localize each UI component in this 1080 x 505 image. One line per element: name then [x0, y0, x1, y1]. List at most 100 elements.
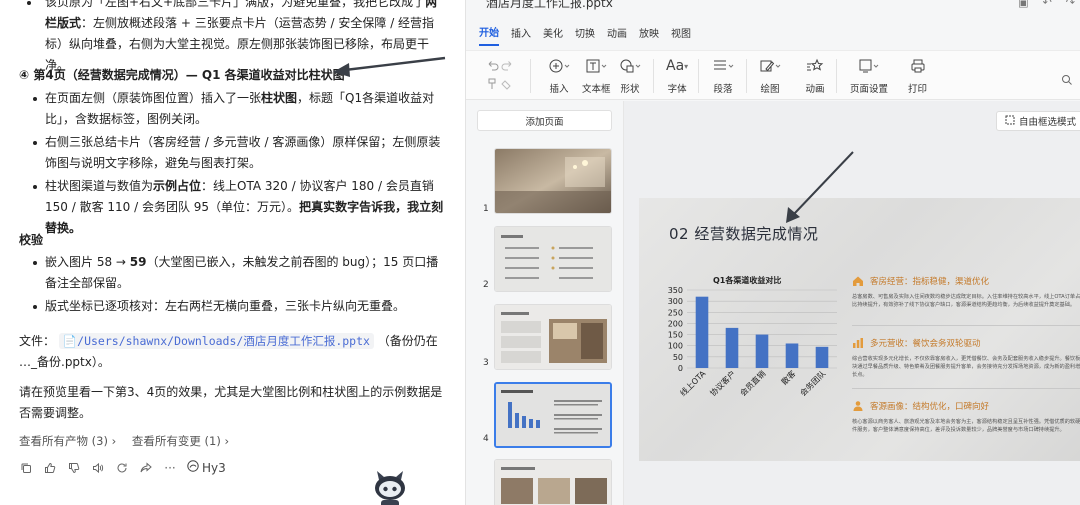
- robot-mascot-icon[interactable]: [373, 468, 407, 505]
- list-item: 柱状图渠道与数值为示例占位：线上OTA 320 / 协议客户 180 / 会员直…: [19, 176, 449, 239]
- section-heading-page4: ④ 第4页（经营数据完成情况）— Q1 各渠道收益对比柱状图: [19, 68, 345, 82]
- screen: 该页原为「左图+右文+底部三卡片」满版，为避免重叠，我把它改成了两栏版式：左侧放…: [0, 0, 1080, 505]
- summary-card-guest[interactable]: 客源画像：结构优化，口碑向好 核心客源以商务客人、旅游观光客及本地会务客为主，客…: [852, 400, 1080, 434]
- intro-paragraph: 该页原为「左图+右文+底部三卡片」满版，为避免重叠，我把它改成了两栏版式：左侧放…: [19, 0, 449, 76]
- bar-chart[interactable]: 050100150200250300350线上OTA 协议客户 会员直销 散客 会务团队: [649, 278, 849, 458]
- home-icon: [852, 275, 864, 287]
- slide-title[interactable]: 02 经营数据完成情况: [669, 223, 818, 244]
- star-motion-icon: [805, 57, 825, 75]
- undo-history-icon[interactable]: ↶: [1043, 0, 1052, 9]
- tab-home[interactable]: 开始: [479, 24, 499, 46]
- slide-number: 4: [483, 434, 489, 444]
- tab-beautify[interactable]: 美化: [543, 25, 563, 45]
- textbox-icon: [585, 57, 607, 75]
- model-badge[interactable]: Hy3: [187, 460, 226, 475]
- insert-button[interactable]: 插入: [548, 57, 570, 95]
- add-page-button[interactable]: 添加页面: [477, 110, 612, 131]
- thumbs-up-icon[interactable]: [43, 461, 57, 475]
- bullet-dot: [27, 1, 31, 5]
- slide-thumbnail-5[interactable]: [494, 459, 612, 505]
- tab-animation[interactable]: 动画: [607, 25, 627, 45]
- artifact-links: 查看所有产物 (3) › 查看所有变更 (1) ›: [19, 433, 241, 449]
- tab-transition[interactable]: 切换: [575, 25, 595, 45]
- slide-thumbnail-2[interactable]: [494, 226, 612, 292]
- font-icon: Aa ▾: [666, 58, 689, 74]
- slide-number: 3: [483, 358, 489, 368]
- ribbon-toolbar: 插入 文本框 形状 Aa ▾ 字体 段落 绘图 动画 页面设置 打印: [466, 50, 1080, 100]
- file-path-link[interactable]: 📄/Users/shawnx/Downloads/酒店月度工作汇报.pptx: [58, 333, 374, 349]
- more-icon[interactable]: ···: [163, 461, 177, 475]
- model-logo-icon: [187, 460, 199, 475]
- y-tick-label: 200: [668, 319, 683, 328]
- select-mode-icon: [1005, 115, 1015, 128]
- copy-icon[interactable]: [19, 461, 33, 475]
- shape-icon: [619, 57, 641, 75]
- view-all-changes-link[interactable]: 查看所有变更 (1) ›: [132, 434, 229, 448]
- list-item: 嵌入图片 58 → 59（大堂图已嵌入，未触发之前吞图的 bug）；15 页口播…: [19, 252, 449, 294]
- presentation-app: 酒店月度工作汇报.pptx ▣ ↶ ↷ 开始 插入 美化 切换 动画 放映 视图: [465, 0, 1080, 505]
- paragraph-button[interactable]: 段落: [712, 57, 734, 95]
- bar-chart-icon: [852, 337, 864, 349]
- list-item: 在页面左侧（原装饰图位置）插入了一张柱状图，标题「Q1各渠道收益对比」，含数据标…: [19, 88, 449, 130]
- search-icon[interactable]: [1061, 71, 1073, 90]
- card-body: 综合营收实现多元化增长，不仅依靠客房收入，更凭借餐饮、会务及配套服务收入稳步提升…: [852, 356, 1080, 378]
- shape-button[interactable]: 形状: [619, 57, 641, 95]
- slide-thumbnail-1[interactable]: [494, 148, 612, 214]
- page-setup-icon: [858, 57, 880, 75]
- page-setup-button[interactable]: 页面设置: [850, 57, 888, 95]
- x-tick-label: 协议客户: [708, 368, 738, 398]
- title-bar-icons: ▣ ↶ ↷: [1018, 0, 1075, 9]
- card-body: 总客房数、可售房及实际入住间夜数均稳步达成既定目标。入住率维持在较高水平，线上O…: [852, 294, 1080, 308]
- tab-view[interactable]: 视图: [671, 25, 691, 45]
- summary-card-revenue[interactable]: 多元营收：餐饮会务双轮驱动 综合营收实现多元化增长，不仅依靠客房收入，更凭借餐饮…: [852, 337, 1080, 379]
- free-select-mode-button[interactable]: 自由框选模式: [995, 111, 1080, 131]
- bar: [755, 334, 769, 368]
- list-item: 版式坐标已逐项核对：左右两栏无横向重叠，三张卡片纵向无重叠。: [19, 296, 449, 317]
- bar: [785, 343, 799, 368]
- summary-card-room[interactable]: 客房经营：指标稳健，渠道优化 总客房数、可售房及实际入住间夜数均稳步达成既定目标…: [852, 275, 1080, 309]
- slide-thumbnail-3[interactable]: [494, 304, 612, 370]
- view-all-artifacts-link[interactable]: 查看所有产物 (3) ›: [19, 434, 116, 448]
- window-title-bar: 酒店月度工作汇报.pptx ▣ ↶ ↷: [466, 0, 1080, 16]
- verify-bullet-list: 嵌入图片 58 → 59（大堂图已嵌入，未触发之前吞图的 bug）；15 页口播…: [19, 252, 449, 319]
- plus-circle-icon: [548, 57, 570, 75]
- y-tick-label: 300: [668, 297, 683, 306]
- textbox-button[interactable]: 文本框: [582, 57, 611, 95]
- tab-slideshow[interactable]: 放映: [639, 25, 659, 45]
- slide-thumbnail-4[interactable]: [494, 382, 612, 448]
- y-tick-label: 100: [668, 342, 683, 351]
- undo-button[interactable]: [486, 57, 514, 93]
- slide-number: 1: [483, 204, 489, 214]
- align-icon: [712, 57, 734, 75]
- slide-number: 2: [483, 280, 489, 290]
- refresh-icon[interactable]: [115, 461, 129, 475]
- document-title: 酒店月度工作汇报.pptx: [486, 0, 613, 10]
- page4-bullet-list: 在页面左侧（原装饰图位置）插入了一张柱状图，标题「Q1各渠道收益对比」，含数据标…: [19, 88, 449, 241]
- chat-panel: 该页原为「左图+右文+底部三卡片」满版，为避免重叠，我把它改成了两栏版式：左侧放…: [0, 0, 465, 505]
- x-tick-label: 会员直销: [738, 368, 768, 398]
- redo-history-icon[interactable]: ↷: [1066, 0, 1075, 9]
- bar: [725, 327, 739, 368]
- file-line: 文件： 📄/Users/shawnx/Downloads/酒店月度工作汇报.pp…: [19, 333, 438, 369]
- draw-button[interactable]: 绘图: [759, 57, 781, 95]
- bar: [815, 346, 829, 368]
- thumbs-down-icon[interactable]: [67, 461, 81, 475]
- draw-icon: [759, 57, 781, 75]
- current-slide[interactable]: 02 经营数据完成情况 Q1各渠道收益对比 0 50 100 150 200 250 300…: [639, 198, 1080, 461]
- share-icon[interactable]: [139, 461, 153, 475]
- print-button[interactable]: 打印: [908, 57, 927, 95]
- slide-thumbnail-panel: 添加页面 1 2 3 4: [466, 101, 624, 505]
- x-tick-label: 散客: [779, 368, 797, 386]
- person-icon: [852, 400, 864, 412]
- undo-icon: [486, 57, 514, 75]
- tab-insert[interactable]: 插入: [511, 25, 531, 45]
- speaker-icon[interactable]: [91, 461, 105, 475]
- slide-canvas: 自由框选模式 02 经营数据完成情况 Q1各渠道收益对比 0 50 100 150 20…: [624, 101, 1080, 505]
- save-icon[interactable]: ▣: [1018, 0, 1028, 9]
- verify-heading: 校验: [19, 233, 44, 247]
- y-tick-label: 0: [678, 364, 683, 373]
- animation-button[interactable]: 动画: [805, 57, 825, 95]
- intro-text-a: 该页原为「左图+右文+底部三卡片」满版，为避免重叠，我把它改成了: [45, 0, 426, 9]
- x-tick-label: 会务团队: [798, 368, 828, 398]
- font-button[interactable]: Aa ▾ 字体: [666, 57, 688, 95]
